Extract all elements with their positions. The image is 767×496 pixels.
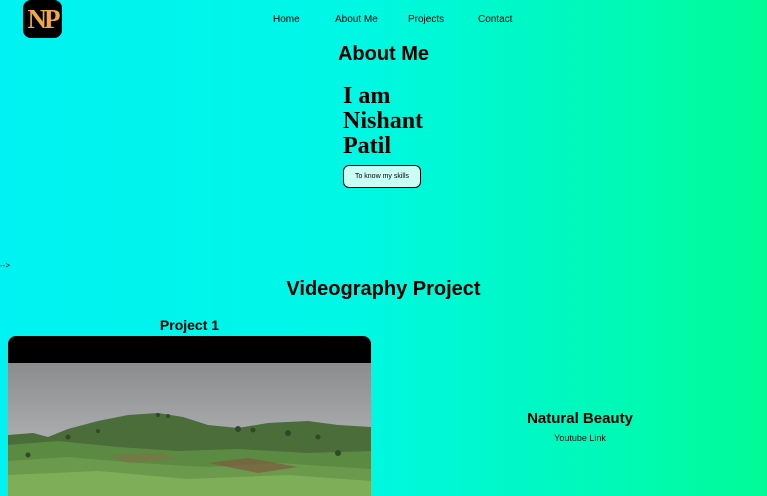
intro-heading: I am Nishant Patil bbox=[343, 84, 463, 159]
videography-title: Videography Project bbox=[286, 278, 481, 300]
nav-contact-link[interactable]: Contact bbox=[478, 14, 512, 25]
intro-line: I am bbox=[343, 83, 391, 109]
about-title: About Me bbox=[337, 43, 430, 65]
logo-text: NP bbox=[27, 3, 61, 34]
video-player[interactable] bbox=[8, 336, 371, 496]
project-name: Natural Beauty bbox=[527, 410, 633, 427]
stray-text: --> bbox=[0, 261, 10, 270]
landscape-thumbnail bbox=[8, 363, 371, 496]
youtube-link[interactable]: Youtube Link bbox=[480, 433, 680, 443]
logo[interactable]: NP bbox=[23, 0, 62, 38]
intro-line: Patil bbox=[343, 133, 391, 159]
nav-about-link[interactable]: About Me bbox=[335, 14, 378, 25]
nav-home-link[interactable]: Home bbox=[273, 14, 300, 25]
intro-line: Nishant bbox=[343, 108, 424, 134]
project-label: Project 1 bbox=[159, 317, 220, 333]
skills-button[interactable]: To know my skills bbox=[343, 165, 421, 188]
nav-projects-link[interactable]: Projects bbox=[408, 14, 444, 25]
